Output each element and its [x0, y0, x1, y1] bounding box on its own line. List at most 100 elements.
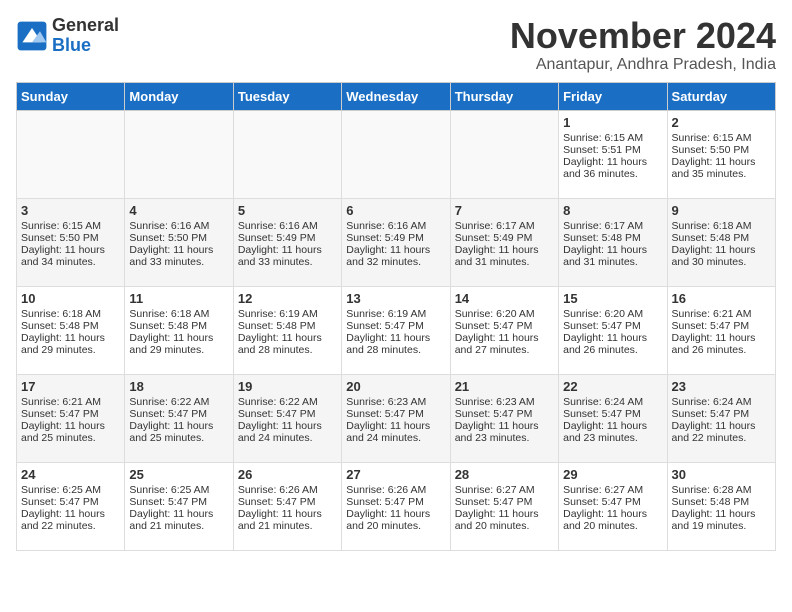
calendar-cell: 10Sunrise: 6:18 AMSunset: 5:48 PMDayligh… — [17, 286, 125, 374]
calendar-week-1: 1Sunrise: 6:15 AMSunset: 5:51 PMDaylight… — [17, 110, 776, 198]
calendar-cell: 23Sunrise: 6:24 AMSunset: 5:47 PMDayligh… — [667, 374, 775, 462]
sunrise-text: Sunrise: 6:15 AM — [563, 132, 643, 144]
day-number: 13 — [346, 291, 445, 306]
calendar-cell: 24Sunrise: 6:25 AMSunset: 5:47 PMDayligh… — [17, 462, 125, 550]
calendar-cell — [450, 110, 558, 198]
sunrise-text: Sunrise: 6:16 AM — [129, 220, 209, 232]
day-number: 29 — [563, 467, 662, 482]
daylight-text: Daylight: 11 hours and 22 minutes. — [672, 420, 756, 444]
calendar-cell: 18 Sunrise: 6:22 AMSunset: 5:47 PMDayligh… — [125, 374, 233, 462]
daylight-text: Daylight: 11 hours and 25 minutes. — [129, 420, 213, 444]
calendar-cell: 15Sunrise: 6:20 AMSunset: 5:47 PMDayligh… — [559, 286, 667, 374]
sunset-text: Sunset: 5:48 PM — [238, 320, 316, 332]
sunrise-text: Sunrise: 6:17 AM — [455, 220, 535, 232]
daylight-text: Daylight: 11 hours and 28 minutes. — [238, 332, 322, 356]
day-number: 21 — [455, 379, 554, 394]
daylight-text: Daylight: 11 hours and 21 minutes. — [129, 508, 213, 532]
title-block: November 2024 Anantapur, Andhra Pradesh,… — [510, 16, 776, 74]
sunrise-text: Sunrise: 6:22 AM — [129, 396, 209, 408]
sunrise-text: Sunrise: 6:16 AM — [238, 220, 318, 232]
month-title: November 2024 — [510, 16, 776, 56]
weekday-header-thursday: Thursday — [450, 82, 558, 110]
logo: General Blue — [16, 16, 119, 56]
calendar-body: 1Sunrise: 6:15 AMSunset: 5:51 PMDaylight… — [17, 110, 776, 550]
daylight-text: Daylight: 11 hours and 21 minutes. — [238, 508, 322, 532]
sunset-text: Sunset: 5:47 PM — [672, 408, 750, 420]
sunset-text: Sunset: 5:50 PM — [21, 232, 99, 244]
sunset-text: Sunset: 5:47 PM — [21, 496, 99, 508]
daylight-text: Daylight: 11 hours and 25 minutes. — [21, 420, 105, 444]
calendar-cell: 3Sunrise: 6:15 AMSunset: 5:50 PMDaylight… — [17, 198, 125, 286]
sunrise-text: Sunrise: 6:26 AM — [346, 484, 426, 496]
calendar-cell: 13 Sunrise: 6:19 AMSunset: 5:47 PMDayligh… — [342, 286, 450, 374]
daylight-text: Daylight: 11 hours and 28 minutes. — [346, 332, 430, 356]
day-number: 20 — [346, 379, 445, 394]
day-number: 18 — [129, 379, 228, 394]
sunrise-text: Sunrise: 6:19 AM — [238, 308, 318, 320]
calendar-header: SundayMondayTuesdayWednesdayThursdayFrid… — [17, 82, 776, 110]
weekday-row: SundayMondayTuesdayWednesdayThursdayFrid… — [17, 82, 776, 110]
daylight-text: Daylight: 11 hours and 33 minutes. — [238, 244, 322, 268]
sunrise-text: Sunrise: 6:22 AM — [238, 396, 318, 408]
sunrise-text: Sunrise: 6:18 AM — [129, 308, 209, 320]
day-number: 30 — [672, 467, 771, 482]
sunset-text: Sunset: 5:47 PM — [346, 320, 424, 332]
daylight-text: Daylight: 11 hours and 34 minutes. — [21, 244, 105, 268]
page-header: General Blue November 2024 Anantapur, An… — [16, 16, 776, 74]
day-number: 7 — [455, 203, 554, 218]
daylight-text: Daylight: 11 hours and 23 minutes. — [563, 420, 647, 444]
sunrise-text: Sunrise: 6:15 AM — [672, 132, 752, 144]
sunset-text: Sunset: 5:50 PM — [129, 232, 207, 244]
daylight-text: Daylight: 11 hours and 23 minutes. — [455, 420, 539, 444]
day-number: 27 — [346, 467, 445, 482]
day-number: 11 — [129, 291, 228, 306]
sunset-text: Sunset: 5:47 PM — [129, 408, 207, 420]
calendar-cell: 19 Sunrise: 6:22 AMSunset: 5:47 PMDayligh… — [233, 374, 341, 462]
day-number: 9 — [672, 203, 771, 218]
daylight-text: Daylight: 11 hours and 31 minutes. — [563, 244, 647, 268]
calendar-week-2: 3Sunrise: 6:15 AMSunset: 5:50 PMDaylight… — [17, 198, 776, 286]
day-number: 25 — [129, 467, 228, 482]
sunrise-text: Sunrise: 6:19 AM — [346, 308, 426, 320]
daylight-text: Daylight: 11 hours and 36 minutes. — [563, 156, 647, 180]
sunrise-text: Sunrise: 6:25 AM — [21, 484, 101, 496]
sunrise-text: Sunrise: 6:21 AM — [672, 308, 752, 320]
weekday-header-monday: Monday — [125, 82, 233, 110]
calendar-cell — [17, 110, 125, 198]
sunset-text: Sunset: 5:51 PM — [563, 144, 641, 156]
daylight-text: Daylight: 11 hours and 33 minutes. — [129, 244, 213, 268]
daylight-text: Daylight: 11 hours and 20 minutes. — [563, 508, 647, 532]
sunrise-text: Sunrise: 6:18 AM — [21, 308, 101, 320]
calendar-cell: 1Sunrise: 6:15 AMSunset: 5:51 PMDaylight… — [559, 110, 667, 198]
weekday-header-saturday: Saturday — [667, 82, 775, 110]
calendar-week-4: 17Sunrise: 6:21 AMSunset: 5:47 PMDayligh… — [17, 374, 776, 462]
daylight-text: Daylight: 11 hours and 20 minutes. — [346, 508, 430, 532]
calendar-cell: 5Sunrise: 6:16 AMSunset: 5:49 PMDaylight… — [233, 198, 341, 286]
sunrise-text: Sunrise: 6:25 AM — [129, 484, 209, 496]
sunrise-text: Sunrise: 6:28 AM — [672, 484, 752, 496]
day-number: 28 — [455, 467, 554, 482]
calendar-cell: 28Sunrise: 6:27 AMSunset: 5:47 PMDayligh… — [450, 462, 558, 550]
sunset-text: Sunset: 5:47 PM — [238, 408, 316, 420]
weekday-header-wednesday: Wednesday — [342, 82, 450, 110]
sunset-text: Sunset: 5:47 PM — [346, 496, 424, 508]
sunrise-text: Sunrise: 6:26 AM — [238, 484, 318, 496]
day-number: 4 — [129, 203, 228, 218]
daylight-text: Daylight: 11 hours and 24 minutes. — [238, 420, 322, 444]
sunset-text: Sunset: 5:47 PM — [563, 320, 641, 332]
calendar-cell: 16Sunrise: 6:21 AMSunset: 5:47 PMDayligh… — [667, 286, 775, 374]
sunset-text: Sunset: 5:50 PM — [672, 144, 750, 156]
calendar-cell: 22Sunrise: 6:24 AMSunset: 5:47 PMDayligh… — [559, 374, 667, 462]
day-number: 19 — [238, 379, 337, 394]
day-number: 26 — [238, 467, 337, 482]
sunset-text: Sunset: 5:47 PM — [672, 320, 750, 332]
day-number: 6 — [346, 203, 445, 218]
sunset-text: Sunset: 5:47 PM — [455, 408, 533, 420]
sunrise-text: Sunrise: 6:24 AM — [563, 396, 643, 408]
daylight-text: Daylight: 11 hours and 30 minutes. — [672, 244, 756, 268]
calendar-cell: 29Sunrise: 6:27 AMSunset: 5:47 PMDayligh… — [559, 462, 667, 550]
day-number: 17 — [21, 379, 120, 394]
sunrise-text: Sunrise: 6:16 AM — [346, 220, 426, 232]
weekday-header-sunday: Sunday — [17, 82, 125, 110]
daylight-text: Daylight: 11 hours and 32 minutes. — [346, 244, 430, 268]
